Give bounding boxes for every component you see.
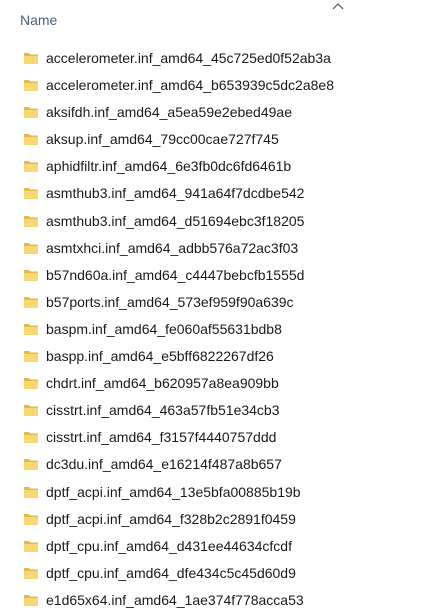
list-item[interactable]: aksup.inf_amd64_79cc00cae727f745 — [0, 126, 432, 153]
list-item-label: cisstrt.inf_amd64_463a57fb51e34cb3 — [46, 402, 280, 419]
list-item[interactable]: aksifdh.inf_amd64_a5ea59e2ebed49ae — [0, 99, 432, 126]
list-item[interactable]: e1d65x64.inf_amd64_1ae374f778acca53 — [0, 587, 432, 614]
folder-icon — [24, 242, 38, 254]
list-item[interactable]: accelerometer.inf_amd64_b653939c5dc2a8e8 — [0, 72, 432, 99]
folder-icon — [24, 215, 38, 227]
list-item-label: b57ports.inf_amd64_573ef959f90a639c — [46, 293, 294, 310]
list-item[interactable]: dptf_acpi.inf_amd64_13e5bfa00885b19b — [0, 479, 432, 506]
folder-icon — [24, 486, 38, 498]
list-item-label: asmthub3.inf_amd64_941a64f7dcdbe542 — [46, 185, 305, 202]
list-item-label: asmtxhci.inf_amd64_adbb576a72ac3f03 — [46, 239, 299, 256]
list-item[interactable]: dc3du.inf_amd64_e16214f487a8b657 — [0, 451, 432, 478]
folder-icon — [24, 432, 38, 444]
folder-icon — [24, 269, 38, 281]
list-item[interactable]: asmthub3.inf_amd64_941a64f7dcdbe542 — [0, 180, 432, 207]
list-item[interactable]: aphidfiltr.inf_amd64_6e3fb0dc6fd6461b — [0, 153, 432, 180]
folder-icon — [24, 459, 38, 471]
folder-icon — [24, 134, 38, 146]
folder-icon — [24, 513, 38, 525]
list-item[interactable]: dptf_acpi.inf_amd64_f328b2c2891f0459 — [0, 506, 432, 533]
list-item-label: aphidfiltr.inf_amd64_6e3fb0dc6fd6461b — [46, 158, 292, 175]
list-item[interactable]: cisstrt.inf_amd64_f3157f4440757ddd — [0, 424, 432, 451]
folder-icon — [24, 351, 38, 363]
folder-icon — [24, 567, 38, 579]
folder-icon — [24, 161, 38, 173]
folder-icon — [24, 378, 38, 390]
folder-icon — [24, 540, 38, 552]
folder-icon — [24, 80, 38, 92]
list-item-label: cisstrt.inf_amd64_f3157f4440757ddd — [46, 429, 277, 446]
folder-icon — [24, 107, 38, 119]
list-item[interactable]: dptf_cpu.inf_amd64_d431ee44634cfcdf — [0, 533, 432, 560]
list-item-label: b57nd60a.inf_amd64_c4447bebcfb1555d — [46, 266, 305, 283]
list-item[interactable]: baspm.inf_amd64_fe060af55631bdb8 — [0, 316, 432, 343]
list-item[interactable]: asmtxhci.inf_amd64_adbb576a72ac3f03 — [0, 235, 432, 262]
list-item-label: asmthub3.inf_amd64_d51694ebc3f18205 — [46, 212, 305, 229]
list-item[interactable]: chdrt.inf_amd64_b620957a8ea909bb — [0, 370, 432, 397]
list-item[interactable]: b57ports.inf_amd64_573ef959f90a639c — [0, 289, 432, 316]
chevron-up-icon[interactable] — [331, 2, 345, 12]
list-item-label: accelerometer.inf_amd64_45c725ed0f52ab3a — [46, 50, 331, 66]
list-item-label: dc3du.inf_amd64_e16214f487a8b657 — [46, 456, 282, 473]
list-item[interactable]: asmthub3.inf_amd64_d51694ebc3f18205 — [0, 208, 432, 235]
list-item[interactable]: b57nd60a.inf_amd64_c4447bebcfb1555d — [0, 262, 432, 289]
list-item-label: aksup.inf_amd64_79cc00cae727f745 — [46, 131, 279, 148]
list-item-label: dptf_acpi.inf_amd64_13e5bfa00885b19b — [46, 483, 301, 500]
folder-icon — [24, 53, 38, 64]
list-item[interactable]: cisstrt.inf_amd64_463a57fb51e34cb3 — [0, 397, 432, 424]
list-item-label: baspm.inf_amd64_fe060af55631bdb8 — [46, 320, 282, 337]
list-item-label: dptf_acpi.inf_amd64_f328b2c2891f0459 — [46, 510, 296, 527]
folder-icon — [24, 296, 38, 308]
list-item-label: dptf_cpu.inf_amd64_d431ee44634cfcdf — [46, 537, 292, 554]
column-header: Name — [0, 0, 432, 42]
list-item-label: e1d65x64.inf_amd64_1ae374f778acca53 — [46, 591, 304, 608]
folder-icon — [24, 594, 38, 606]
file-list: accelerometer.inf_amd64_45c725ed0f52ab3a… — [0, 45, 432, 614]
folder-icon — [24, 323, 38, 335]
list-item-label: aksifdh.inf_amd64_a5ea59e2ebed49ae — [46, 104, 292, 121]
list-item-label: dptf_cpu.inf_amd64_dfe434c5c45d60d9 — [46, 564, 296, 581]
name-column-header[interactable]: Name — [20, 12, 57, 28]
list-item[interactable]: dptf_cpu.inf_amd64_dfe434c5c45d60d9 — [0, 560, 432, 587]
list-item[interactable]: accelerometer.inf_amd64_45c725ed0f52ab3a — [0, 45, 432, 72]
folder-icon — [24, 188, 38, 200]
folder-icon — [24, 405, 38, 417]
list-item-label: baspp.inf_amd64_e5bff6822267df26 — [46, 348, 274, 365]
list-item[interactable]: baspp.inf_amd64_e5bff6822267df26 — [0, 343, 432, 370]
list-item-label: chdrt.inf_amd64_b620957a8ea909bb — [46, 375, 279, 392]
list-item-label: accelerometer.inf_amd64_b653939c5dc2a8e8 — [46, 77, 334, 94]
